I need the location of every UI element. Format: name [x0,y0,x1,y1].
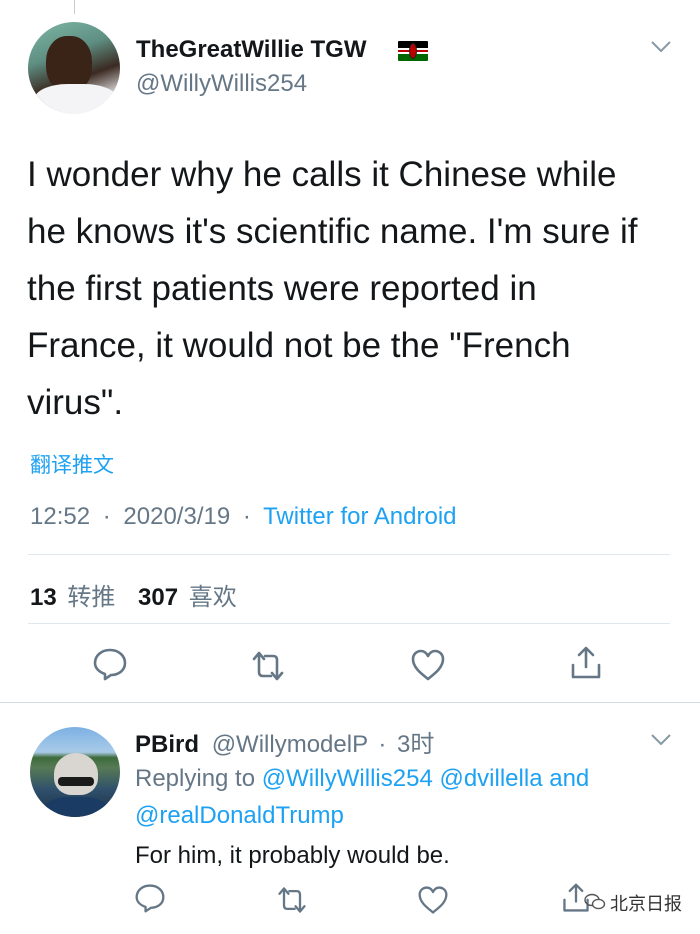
translate-tweet-link[interactable]: 翻译推文 [30,449,114,479]
top-divider-tick [74,0,75,14]
tweet-meta: 12:52 · 2020/3/19 · Twitter for Android [30,503,457,530]
reply-avatar[interactable] [30,727,120,817]
reply-icon[interactable] [92,646,128,682]
tweet-stats: 13 转推 307 喜欢 [30,577,237,612]
like-heart-icon[interactable] [410,647,446,683]
reply-text: For him, it probably would be. [135,842,450,869]
share-icon[interactable] [568,645,604,681]
tweet-text: I wonder why he calls it Chinese while h… [27,155,638,422]
divider [28,554,670,555]
reply-icon[interactable] [134,882,166,914]
avatar[interactable] [28,22,120,114]
like-heart-icon[interactable] [417,884,449,916]
wechat-logo-icon [584,893,606,910]
replying-to: Replying to @WillyWillis254 @dvillella a… [135,765,590,829]
display-name[interactable]: TheGreatWillie TGW [136,36,366,64]
mention-link[interactable]: @realDonaldTrump [135,802,344,829]
tweet-date: 2020/3/19 [123,503,231,530]
tweet-time: 12:52 [30,503,91,530]
mention-link[interactable]: @WillyWillis254 [262,765,433,792]
mention-link[interactable]: @dvillella [439,765,542,792]
retweet-icon[interactable] [276,884,308,916]
reply-handle[interactable]: @WillymodelP [212,731,368,758]
reply-display-name[interactable]: PBird [135,731,199,758]
user-handle[interactable]: @WillyWillis254 [136,70,307,98]
retweet-count[interactable]: 13 [30,584,57,611]
divider [28,623,670,624]
like-count[interactable]: 307 [138,584,178,611]
like-label[interactable]: 喜欢 [189,584,237,611]
reply-age: 3时 [396,731,435,758]
retweet-label[interactable]: 转推 [67,584,115,611]
tweet-source-link[interactable]: Twitter for Android [263,503,456,530]
chevron-down-icon[interactable] [650,40,672,54]
watermark: 北京日报 [610,894,682,914]
reply-header: PBird @WillymodelP · 3时 [135,731,435,758]
chevron-down-icon[interactable] [650,733,672,747]
retweet-icon[interactable] [250,648,286,684]
tweet-separator [0,702,700,703]
kenya-flag-icon [398,41,428,61]
